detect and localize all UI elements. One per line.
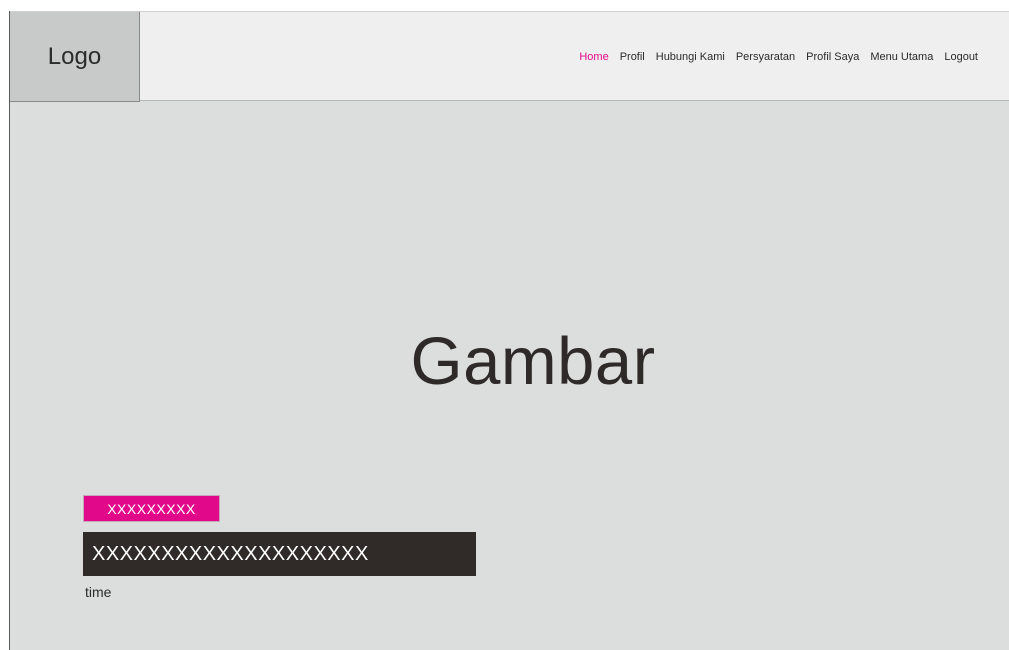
page-frame: Logo Home Profil Hubungi Kami Persyarata… <box>9 11 1009 650</box>
nav-item-hubungi-kami[interactable]: Hubungi Kami <box>656 51 725 63</box>
nav-item-home[interactable]: Home <box>579 51 608 63</box>
nav-item-logout[interactable]: Logout <box>944 51 978 63</box>
nav-item-menu-utama[interactable]: Menu Utama <box>870 51 933 63</box>
nav-item-persyaratan[interactable]: Persyaratan <box>736 51 795 63</box>
nav-item-profil[interactable]: Profil <box>620 51 645 63</box>
main-nav: Home Profil Hubungi Kami Persyaratan Pro… <box>579 12 978 102</box>
time-label: time <box>85 584 112 600</box>
hero-image-placeholder: Gambar <box>410 324 656 399</box>
nav-item-profil-saya[interactable]: Profil Saya <box>806 51 859 63</box>
header: Logo Home Profil Hubungi Kami Persyarata… <box>10 11 1009 102</box>
category-tag[interactable]: XXXXXXXXX <box>83 495 220 522</box>
headline-bar[interactable]: XXXXXXXXXXXXXXXXXXXX <box>83 532 476 576</box>
logo[interactable]: Logo <box>10 12 140 102</box>
